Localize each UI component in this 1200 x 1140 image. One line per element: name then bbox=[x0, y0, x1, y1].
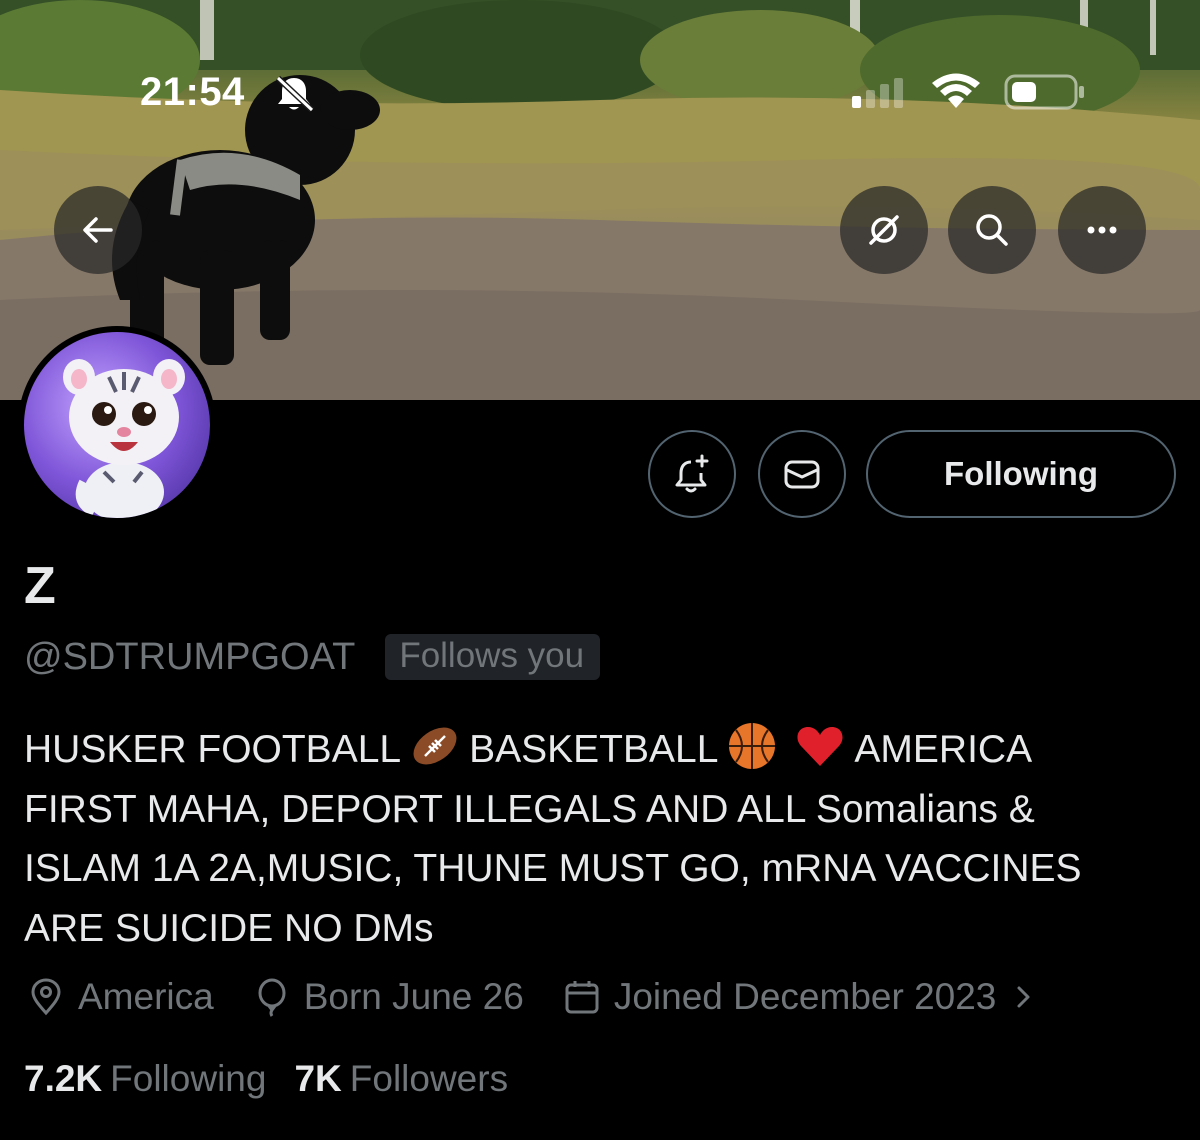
user-handle: @SDTRUMPGOAT bbox=[24, 635, 356, 678]
more-horizontal-icon bbox=[1087, 226, 1117, 234]
battery-icon bbox=[1004, 74, 1084, 110]
following-count: 7.2K bbox=[24, 1058, 103, 1099]
follows-you-badge: Follows you bbox=[385, 634, 601, 680]
following-stat[interactable]: 7.2K Following bbox=[24, 1058, 266, 1100]
bio-line-1: HUSKER FOOTBALL BASKETBALL AMERICA bbox=[24, 720, 1174, 780]
chevron-right-icon bbox=[1017, 986, 1030, 1008]
bio-text: HUSKER FOOTBALL bbox=[24, 728, 402, 771]
following-button[interactable]: Following bbox=[866, 430, 1176, 518]
joined-text: Joined December 2023 bbox=[613, 976, 997, 1017]
followers-label: Followers bbox=[349, 1058, 509, 1099]
bio-line-3: ISLAM 1A 2A,MUSIC, THUNE MUST GO, mRNA V… bbox=[24, 847, 1082, 890]
cellular-signal-icon bbox=[852, 78, 903, 108]
bio-text: AMERICA bbox=[854, 728, 1033, 771]
bio-text: BASKETBALL bbox=[469, 728, 719, 771]
arrow-left-icon bbox=[83, 217, 113, 243]
display-name: Z bbox=[24, 557, 56, 615]
followers-stat[interactable]: 7K Followers bbox=[294, 1058, 508, 1100]
american-football-emoji bbox=[409, 720, 461, 772]
back-button[interactable] bbox=[54, 186, 142, 274]
birthday-item: Born June 26 bbox=[252, 976, 524, 1018]
search-icon bbox=[976, 214, 1008, 246]
profile-avatar[interactable] bbox=[18, 326, 216, 524]
envelope-icon bbox=[784, 460, 820, 489]
following-label: Following bbox=[110, 1058, 267, 1099]
location-item: America bbox=[26, 976, 214, 1018]
location-pin-icon bbox=[31, 978, 61, 1016]
search-button[interactable] bbox=[948, 186, 1036, 274]
birthday-text: Born June 26 bbox=[303, 976, 524, 1017]
profile-meta: America Born June 26 Joined December 202… bbox=[26, 976, 1074, 1018]
basketball-emoji bbox=[726, 720, 778, 772]
profile-bio: HUSKER FOOTBALL BASKETBALL AMERICA FIRST M… bbox=[24, 720, 1174, 958]
notifications-button[interactable] bbox=[648, 430, 736, 518]
handle-row: @SDTRUMPGOAT Follows you bbox=[24, 634, 601, 680]
grok-button[interactable] bbox=[840, 186, 928, 274]
follow-stats: 7.2K Following 7K Followers bbox=[24, 1058, 536, 1100]
status-time: 21:54 bbox=[140, 70, 245, 114]
bio-line-2: FIRST MAHA, DEPORT ILLEGALS AND ALL Soma… bbox=[24, 787, 1035, 831]
joined-item[interactable]: Joined December 2023 bbox=[562, 976, 1037, 1018]
wifi-icon bbox=[932, 73, 980, 108]
balloon-icon bbox=[258, 978, 286, 1017]
followers-count: 7K bbox=[294, 1058, 342, 1099]
grok-icon bbox=[869, 215, 899, 245]
bell-plus-icon bbox=[675, 454, 709, 493]
message-button[interactable] bbox=[758, 430, 846, 518]
profile-banner[interactable]: 21:54 bbox=[0, 0, 1200, 400]
red-heart-emoji bbox=[794, 720, 846, 772]
location-text: America bbox=[78, 976, 214, 1017]
more-button[interactable] bbox=[1058, 186, 1146, 274]
avatar-tiger-cub-image bbox=[63, 359, 185, 518]
bio-line-4: ARE SUICIDE NO DMs bbox=[24, 906, 434, 950]
calendar-icon bbox=[565, 981, 599, 1014]
bell-slash-icon bbox=[275, 75, 315, 113]
